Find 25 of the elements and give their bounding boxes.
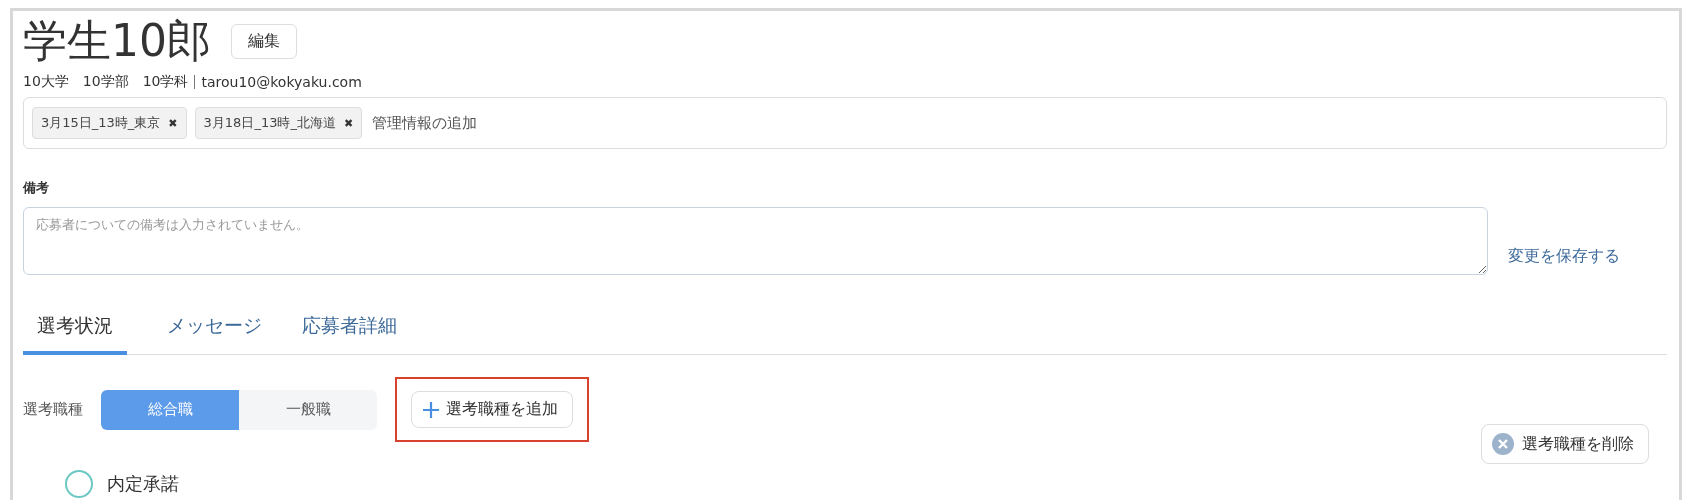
university-text: 10大学	[23, 73, 69, 91]
department-text: 10学科	[142, 73, 189, 91]
tag-field[interactable]: 3月15日_13時_東京 ✖ 3月18日_13時_北海道 ✖ 管理情報の追加	[23, 97, 1667, 149]
notes-label: 備考	[23, 179, 50, 197]
stage-label: 内定承諾	[107, 472, 179, 496]
faculty-text: 10学部	[82, 73, 129, 91]
job-type-option[interactable]: 一般職	[239, 389, 377, 430]
delete-job-type-button[interactable]: 選考職種を削除	[1481, 424, 1649, 464]
email-text: tarou10@kokyaku.com	[201, 74, 362, 90]
tab[interactable]: メッセージ	[167, 303, 262, 355]
plus-icon	[422, 400, 440, 419]
edit-button[interactable]: 編集	[231, 23, 297, 59]
tag-label: 3月15日_13時_東京	[41, 114, 161, 132]
add-job-type-button[interactable]: 選考職種を追加	[411, 391, 573, 428]
tag-label: 3月18日_13時_北海道	[203, 114, 336, 132]
applicant-name: 学生10郎	[23, 15, 211, 67]
notes-field[interactable]: 応募者についての備考は入力されていません。	[23, 207, 1488, 275]
stage-circle-icon	[65, 470, 93, 498]
remove-tag-button[interactable]: ✖	[168, 116, 178, 130]
job-type-label: 選考職種	[23, 400, 83, 419]
close-icon	[1492, 433, 1514, 455]
tab[interactable]: 応募者詳細	[302, 303, 397, 355]
save-link[interactable]: 変更を保存する	[1508, 246, 1620, 267]
remove-tag-button[interactable]: ✖	[343, 116, 354, 130]
tab[interactable]: 選考状況	[23, 303, 127, 355]
